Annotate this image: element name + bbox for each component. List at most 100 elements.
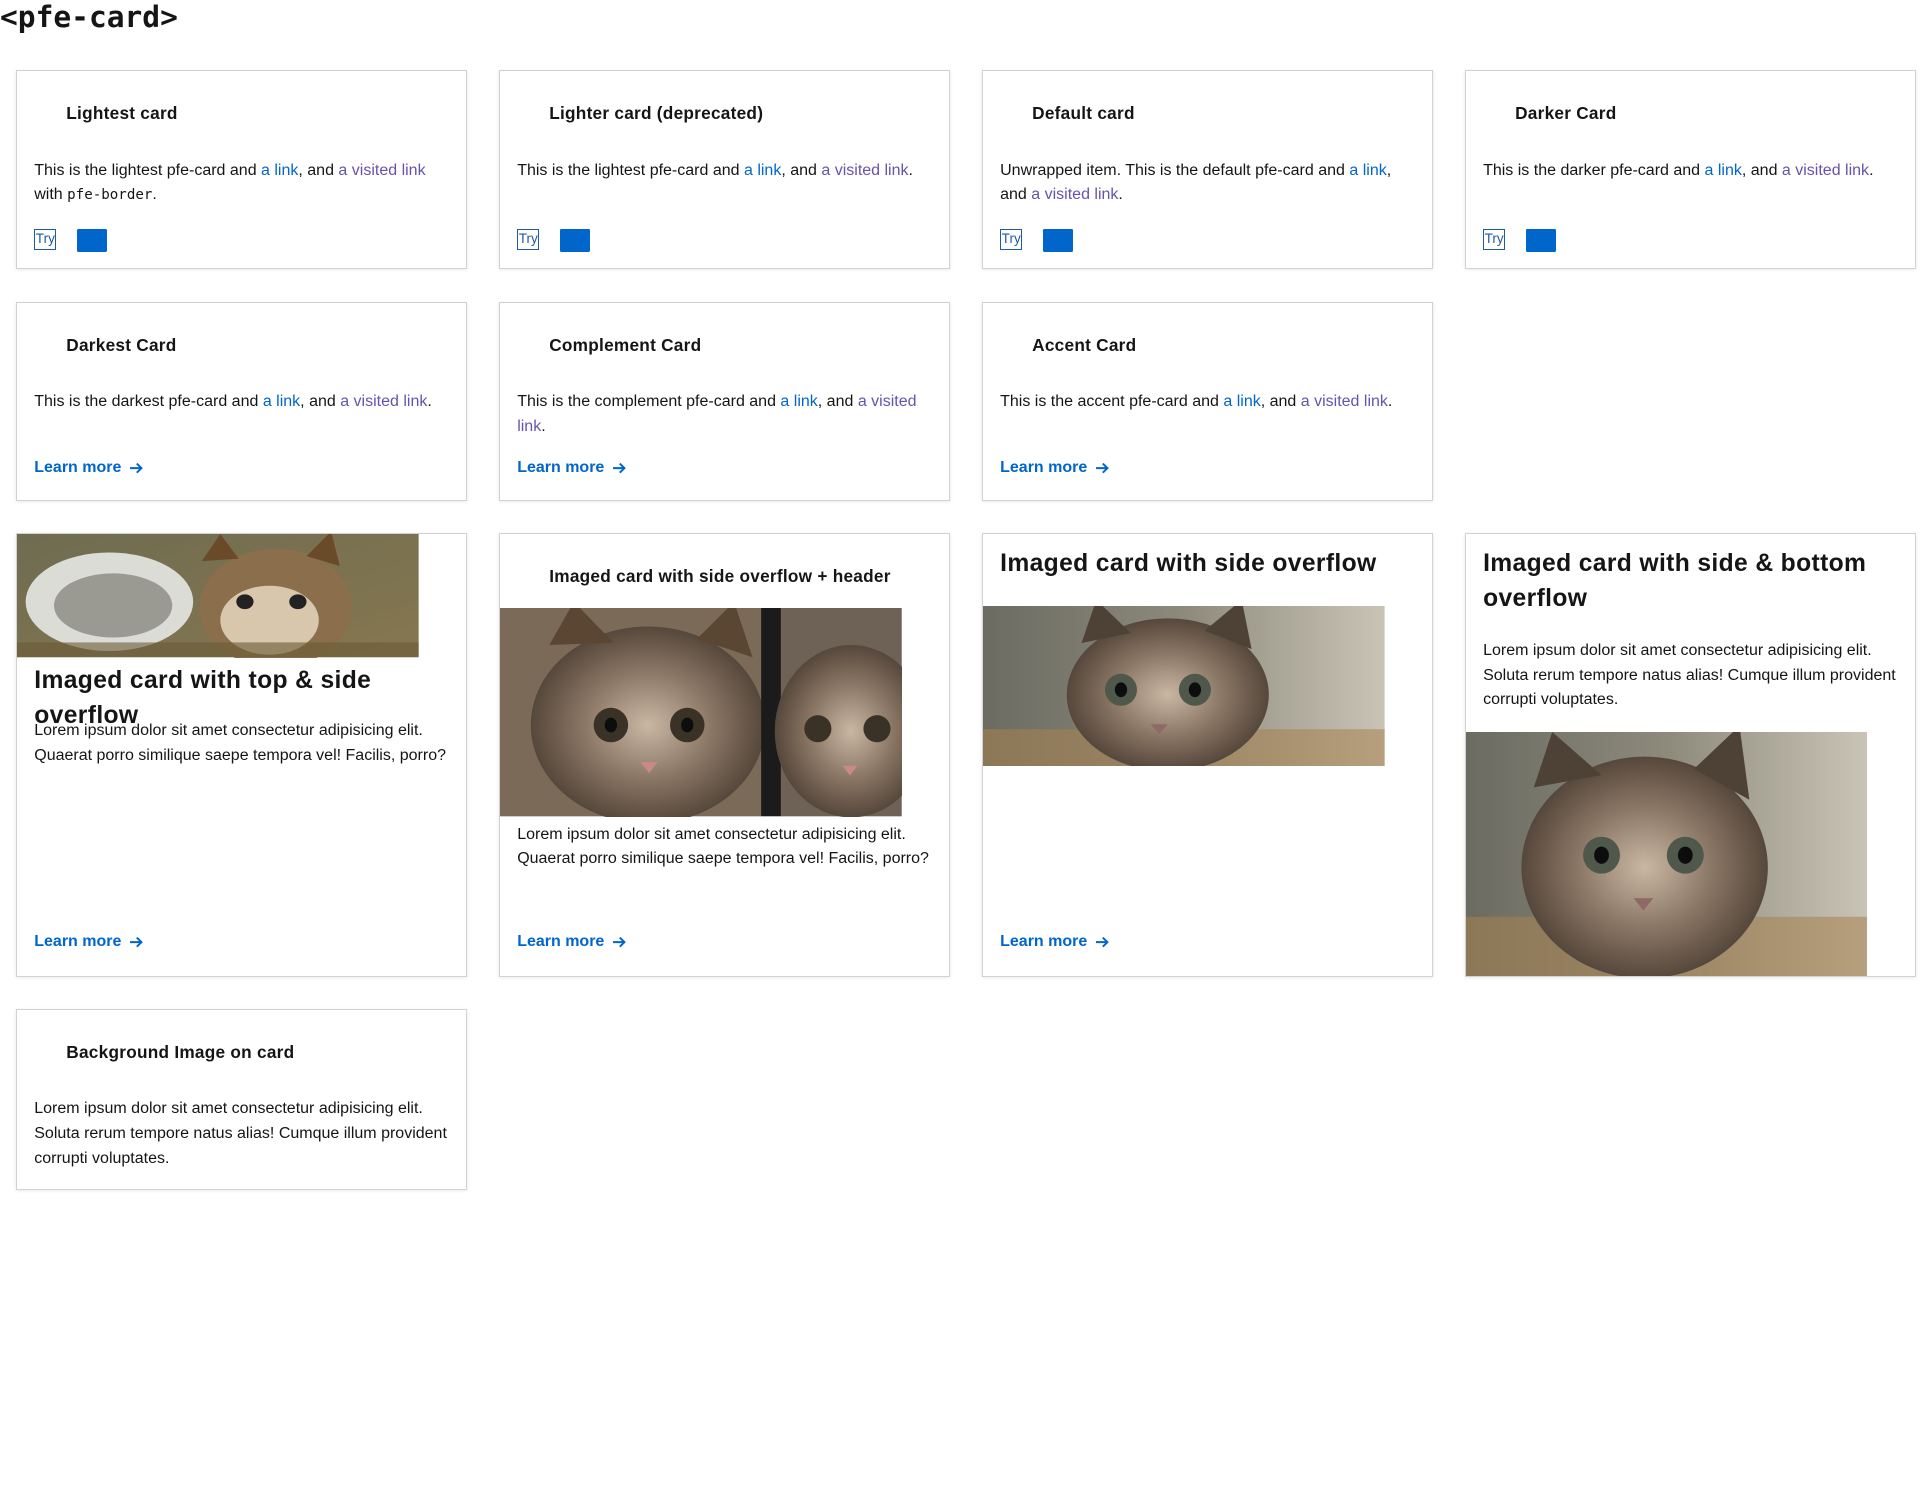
kitten-image (982, 605, 1385, 767)
card-darker: Darker Card This is the darker pfe-card … (1464, 70, 1916, 269)
link[interactable]: a link (261, 162, 298, 179)
card-background-image: Background Image on card Lorem ipsum dol… (16, 1009, 467, 1191)
card-imaged-side-header: Imaged card with side overflow + header … (498, 533, 950, 977)
kitten-image (17, 534, 419, 658)
learn-more-label: Learn more (517, 459, 605, 477)
card-body: This is the darkest pfe-card and a link,… (34, 390, 453, 415)
arrow-right-icon (1095, 936, 1109, 948)
color-swatch-button[interactable] (560, 228, 590, 253)
card-darkest: Darkest Card This is the darkest pfe-car… (16, 301, 467, 502)
try-button[interactable]: Try (1483, 228, 1506, 250)
card-body: This is the lightest pfe-card and a link… (34, 159, 453, 208)
card-title: Lighter card (deprecated) (549, 103, 764, 124)
body-text: . (1869, 161, 1874, 179)
card-body: Unwrapped item. This is the default pfe-… (1000, 159, 1419, 208)
card-title: Default card (1032, 103, 1135, 124)
body-text: , and (781, 161, 822, 179)
link[interactable]: a link (1349, 162, 1386, 179)
body-text: . (152, 186, 157, 204)
card-title: Imaged card with side overflow + header (549, 566, 891, 587)
kitten-image (499, 608, 902, 817)
link[interactable]: a link (1223, 393, 1260, 410)
link[interactable]: a link (744, 162, 781, 179)
learn-more-label: Learn more (34, 459, 122, 477)
body-text: , and (298, 161, 339, 179)
color-swatch-button[interactable] (1526, 228, 1556, 253)
card-body: This is the accent pfe-card and a link, … (1000, 390, 1419, 415)
learn-more-label: Learn more (1000, 933, 1088, 951)
card-body: Lorem ipsum dolor sit amet consectetur a… (517, 825, 929, 868)
body-text: This is the lightest pfe-card and (517, 161, 744, 179)
card-body: Lorem ipsum dolor sit amet consectetur a… (1483, 642, 1896, 709)
learn-more-link[interactable]: Learn more (1000, 932, 1109, 952)
link[interactable]: a link (263, 393, 300, 410)
visited-link[interactable]: a visited link (1031, 186, 1118, 203)
link[interactable]: a link (1705, 162, 1742, 179)
body-text: Unwrapped item. This is the default pfe-… (1000, 161, 1350, 179)
card-body: This is the darker pfe-card and a link, … (1483, 159, 1902, 184)
link[interactable]: a link (780, 393, 817, 410)
card-body: Lorem ipsum dolor sit amet consectetur a… (34, 1100, 447, 1167)
color-swatch-button[interactable] (1043, 228, 1073, 253)
try-button[interactable]: Try (34, 228, 57, 250)
arrow-right-icon (612, 462, 626, 474)
body-text: . (1118, 186, 1123, 204)
card-title: Background Image on card (66, 1041, 295, 1062)
card-title: Lightest card (66, 103, 178, 124)
learn-more-label: Learn more (517, 933, 605, 951)
arrow-right-icon (612, 936, 626, 948)
try-button[interactable]: Try (517, 228, 540, 250)
card-title: Darker Card (1515, 103, 1617, 124)
learn-more-link[interactable]: Learn more (34, 458, 143, 478)
card-title: Complement Card (549, 334, 702, 355)
learn-more-label: Learn more (34, 933, 122, 951)
card-title: Darkest Card (66, 334, 177, 355)
body-text: , and (817, 393, 858, 411)
card-title: Imaged card with side overflow (1000, 549, 1377, 577)
card-default: Default card Unwrapped item. This is the… (981, 70, 1433, 269)
card-complement: Complement Card This is the complement p… (498, 301, 950, 502)
card-imaged-side-bottom: Imaged card with side & bottom overflow … (1464, 533, 1916, 977)
code-snippet: pfe-border (67, 187, 153, 204)
card-lighter: Lighter card (deprecated) This is the li… (498, 70, 950, 269)
visited-link[interactable]: a visited link (1782, 162, 1869, 179)
learn-more-link[interactable]: Learn more (1000, 458, 1109, 478)
visited-link[interactable]: a visited link (340, 393, 427, 410)
card-imaged-side: Imaged card with side overflow Learn mor… (981, 533, 1433, 977)
body-text: This is the complement pfe-card and (517, 393, 781, 411)
body-text: . (1387, 393, 1393, 411)
card-title: Imaged card with side & bottom overflow (1483, 549, 1867, 613)
arrow-right-icon (130, 936, 143, 948)
card-body: This is the lightest pfe-card and a link… (517, 159, 936, 184)
body-text: . (427, 393, 432, 411)
try-button[interactable]: Try (1000, 228, 1023, 250)
body-text: This is the darker pfe-card and (1483, 161, 1705, 179)
learn-more-link[interactable]: Learn more (517, 932, 626, 952)
card-lightest: Lightest card This is the lightest pfe-c… (16, 70, 467, 269)
arrow-right-icon (1095, 462, 1109, 474)
body-text: This is the lightest pfe-card and (34, 161, 262, 179)
visited-link[interactable]: a visited link (1301, 393, 1388, 410)
card-imaged-top-side: Imaged card with top & side overflow Lor… (16, 533, 467, 977)
learn-more-link[interactable]: Learn more (34, 932, 143, 952)
learn-more-label: Learn more (1000, 459, 1088, 477)
body-text: with (34, 186, 68, 204)
body-text: . (908, 161, 913, 179)
arrow-right-icon (130, 462, 143, 474)
color-swatch-button[interactable] (77, 228, 107, 253)
visited-link[interactable]: a visited link (821, 162, 908, 179)
body-text: , and (300, 393, 341, 411)
body-text: , and (1260, 393, 1301, 411)
page-title: <pfe-card> (0, 0, 178, 34)
kitten-image (1465, 731, 1868, 976)
card-title: Accent Card (1032, 334, 1137, 355)
body-text: This is the darkest pfe-card and (34, 393, 263, 411)
learn-more-link[interactable]: Learn more (517, 458, 626, 478)
body-text: This is the accent pfe-card and (1000, 393, 1224, 411)
card-body: This is the complement pfe-card and a li… (517, 390, 936, 439)
card-body: Lorem ipsum dolor sit amet consectetur a… (34, 722, 446, 764)
visited-link[interactable]: a visited link (338, 162, 425, 179)
body-text: , and (1741, 161, 1782, 179)
body-text: . (541, 417, 546, 435)
card-accent: Accent Card This is the accent pfe-card … (981, 301, 1433, 502)
